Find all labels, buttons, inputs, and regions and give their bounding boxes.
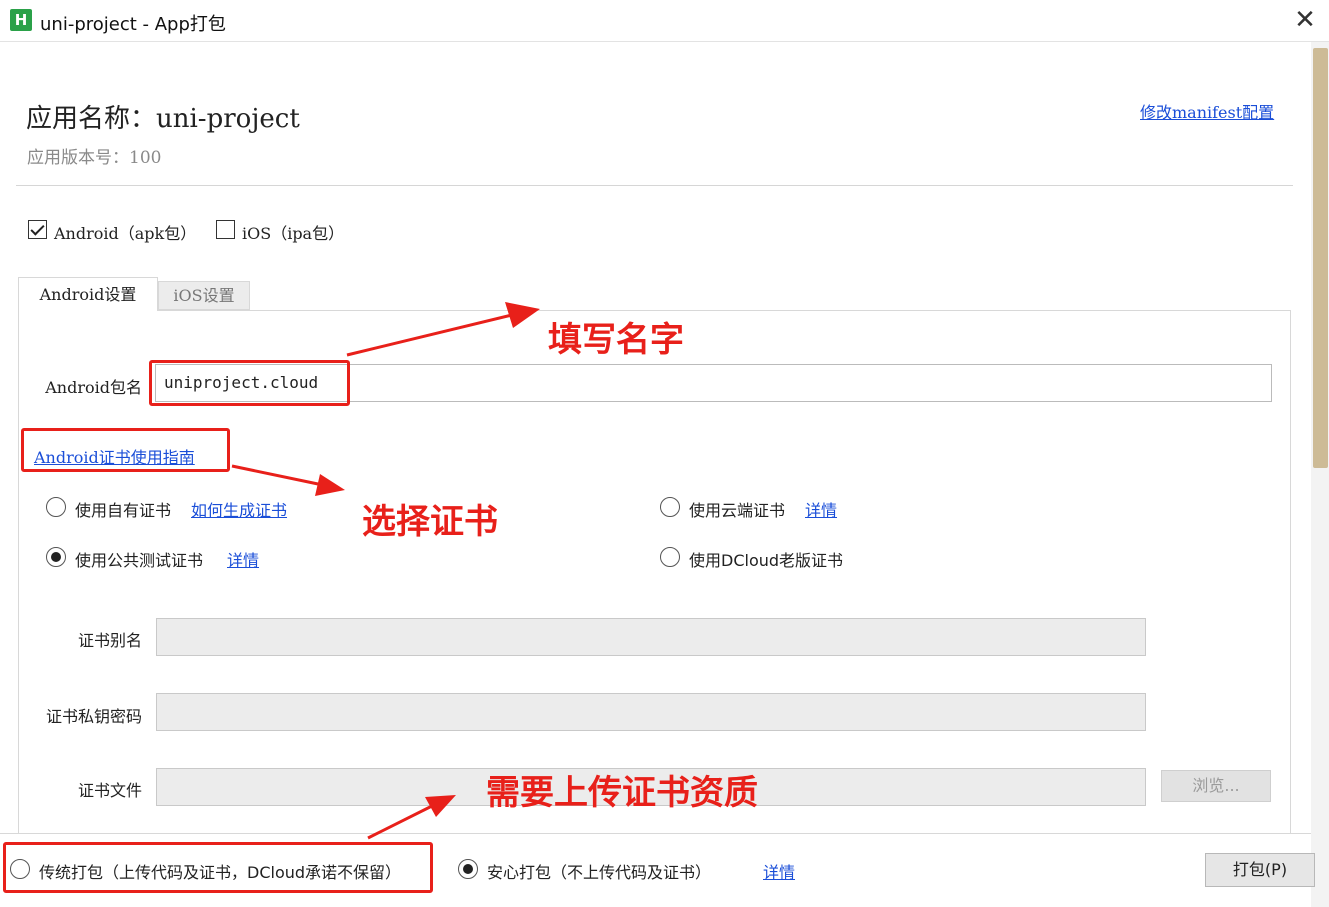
package-name-label: Android包名 [45, 378, 142, 397]
safe-pack-radio[interactable] [458, 859, 478, 879]
cert-file-label: 证书文件 [77, 781, 142, 800]
window-title: uni-project - App打包 [40, 14, 226, 35]
tab-android-settings[interactable]: Android设置 [18, 277, 158, 311]
cert-alias-input[interactable] [156, 618, 1146, 656]
title-bar: H uni-project - App打包 ✕ [0, 0, 1329, 42]
annotation-box-package [149, 360, 350, 406]
browse-button[interactable]: 浏览... [1161, 770, 1271, 802]
annotation-choose-cert: 选择证书 [362, 502, 498, 542]
app-version: 应用版本号：100 [27, 148, 162, 168]
scrollbar-thumb[interactable] [1313, 48, 1328, 468]
how-to-generate-cert-link[interactable]: 如何生成证书 [191, 497, 287, 521]
safe-pack-label: 安心打包（不上传代码及证书） [487, 863, 712, 882]
cloud-cert-radio[interactable] [660, 497, 680, 517]
dcloud-old-cert-label: 使用DCloud老版证书 [689, 551, 844, 570]
close-button[interactable]: ✕ [1289, 4, 1321, 38]
safe-pack-detail-link[interactable]: 详情 [763, 859, 795, 883]
edit-manifest-link[interactable]: 修改manifest配置 [1140, 99, 1274, 123]
ios-checkbox-label: iOS（ipa包） [242, 224, 345, 243]
cloud-cert-label: 使用云端证书 [689, 501, 786, 520]
annotation-box-traditional [3, 842, 433, 893]
own-cert-radio[interactable] [46, 497, 66, 517]
pack-button[interactable]: 打包(P) [1205, 853, 1315, 887]
annotation-fill-name: 填写名字 [548, 320, 684, 360]
own-cert-label: 使用自有证书 [75, 501, 172, 520]
public-test-cert-detail-link[interactable]: 详情 [227, 547, 259, 571]
app-name: 应用名称：uni-project [26, 104, 300, 134]
android-checkbox[interactable] [28, 220, 47, 239]
public-test-cert-label: 使用公共测试证书 [75, 551, 204, 570]
cert-password-label: 证书私钥密码 [45, 707, 142, 726]
public-test-cert-radio[interactable] [46, 547, 66, 567]
cert-password-input[interactable] [156, 693, 1146, 731]
annotation-box-cert-guide [21, 428, 230, 472]
android-checkbox-label: Android（apk包） [54, 224, 197, 243]
tab-ios-settings[interactable]: iOS设置 [158, 281, 250, 310]
ios-checkbox[interactable] [216, 220, 235, 239]
cloud-cert-detail-link[interactable]: 详情 [805, 497, 837, 521]
dcloud-old-cert-radio[interactable] [660, 547, 680, 567]
cert-alias-label: 证书别名 [77, 631, 142, 650]
annotation-upload-cert: 需要上传证书资质 [486, 773, 758, 813]
header-divider [16, 185, 1293, 186]
hbuilder-app-icon: H [10, 9, 32, 31]
